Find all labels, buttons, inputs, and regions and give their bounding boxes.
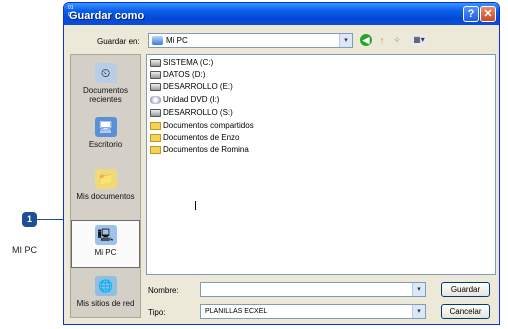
callout-label: MI PC [12,245,38,255]
new-folder-icon[interactable]: ✧ [391,34,403,46]
place-label: Documentos recientes [83,86,128,104]
place-recent-documents[interactable]: ⏲ Documentos recientes [71,59,140,107]
close-button[interactable]: ✕ [480,6,496,22]
save-in-value: Mi PC [166,36,188,45]
folder-icon [150,133,161,142]
my-computer-icon: 🖳 [94,225,117,245]
place-network[interactable]: 🌐 Mis sitios de red [71,272,140,320]
drive-icon [150,70,161,79]
list-item[interactable]: Documentos de Romina [150,145,249,155]
title-bar[interactable]: 01 02 Guardar como ? ✕ [64,3,499,25]
filetype-label: Tipo: [148,308,166,317]
place-label: Mis documentos [76,192,135,201]
window-title: Guardar como [69,10,145,22]
chevron-down-icon[interactable]: ▾ [339,34,352,47]
list-item[interactable]: DATOS (D:) [150,70,205,80]
save-in-label: Guardar en: [97,37,140,46]
chevron-down-icon[interactable]: ▾ [412,305,425,318]
filename-input[interactable]: ▾ [200,282,426,297]
views-menu-icon[interactable]: ▦▾ [410,34,428,46]
list-item[interactable]: DESARROLLO (E:) [150,82,233,92]
up-folder-icon[interactable]: ↑ [376,34,388,46]
back-icon[interactable]: ◀ [360,34,372,46]
callout: 1 MI PC [4,212,80,262]
recent-docs-icon: ⏲ [94,63,117,83]
place-label: Mis sitios de red [76,299,135,308]
network-icon: 🌐 [94,276,117,296]
save-as-dialog: 01 02 Guardar como ? ✕ Guardar en: Mi PC… [63,2,500,325]
drive-icon [150,58,161,67]
list-item[interactable]: Documentos compartidos [150,121,254,131]
place-desktop[interactable]: 🖥 Escritorio [71,113,140,161]
folder-icon [150,145,161,154]
filetype-value: PLANILLAS ECXEL [205,308,268,315]
chevron-down-icon[interactable]: ▾ [412,283,425,296]
cancel-button[interactable]: Cancelar [441,304,490,319]
list-item[interactable]: DESARROLLO (S:) [150,108,233,118]
list-item[interactable]: SISTEMA (C:) [150,58,213,68]
filetype-select[interactable]: PLANILLAS ECXEL ▾ [200,304,426,319]
filename-label: Nombre: [148,286,179,295]
my-documents-icon: 📁 [94,169,117,189]
callout-number-badge: 1 [22,212,37,227]
my-computer-icon [152,36,163,45]
drive-icon [150,108,161,117]
drive-icon [150,82,161,91]
file-list[interactable]: SISTEMA (C:) DATOS (D:) DESARROLLO (E:) … [146,54,496,275]
folder-icon [150,121,161,130]
save-button[interactable]: Guardar [441,282,490,297]
place-label: Mi PC [94,248,117,257]
text-cursor [195,201,196,210]
dvd-icon [150,95,161,104]
place-my-computer[interactable]: 🖳 Mi PC [71,220,140,268]
place-label: Escritorio [88,140,123,149]
place-my-documents[interactable]: 📁 Mis documentos [71,165,140,213]
save-in-combo[interactable]: Mi PC ▾ [148,33,353,48]
list-item[interactable]: Unidad DVD (I:) [150,95,219,105]
places-bar: ⏲ Documentos recientes 🖥 Escritorio 📁 Mi… [70,54,141,318]
desktop-icon: 🖥 [94,117,117,137]
help-button[interactable]: ? [463,6,479,22]
list-item[interactable]: Documentos de Enzo [150,133,240,143]
